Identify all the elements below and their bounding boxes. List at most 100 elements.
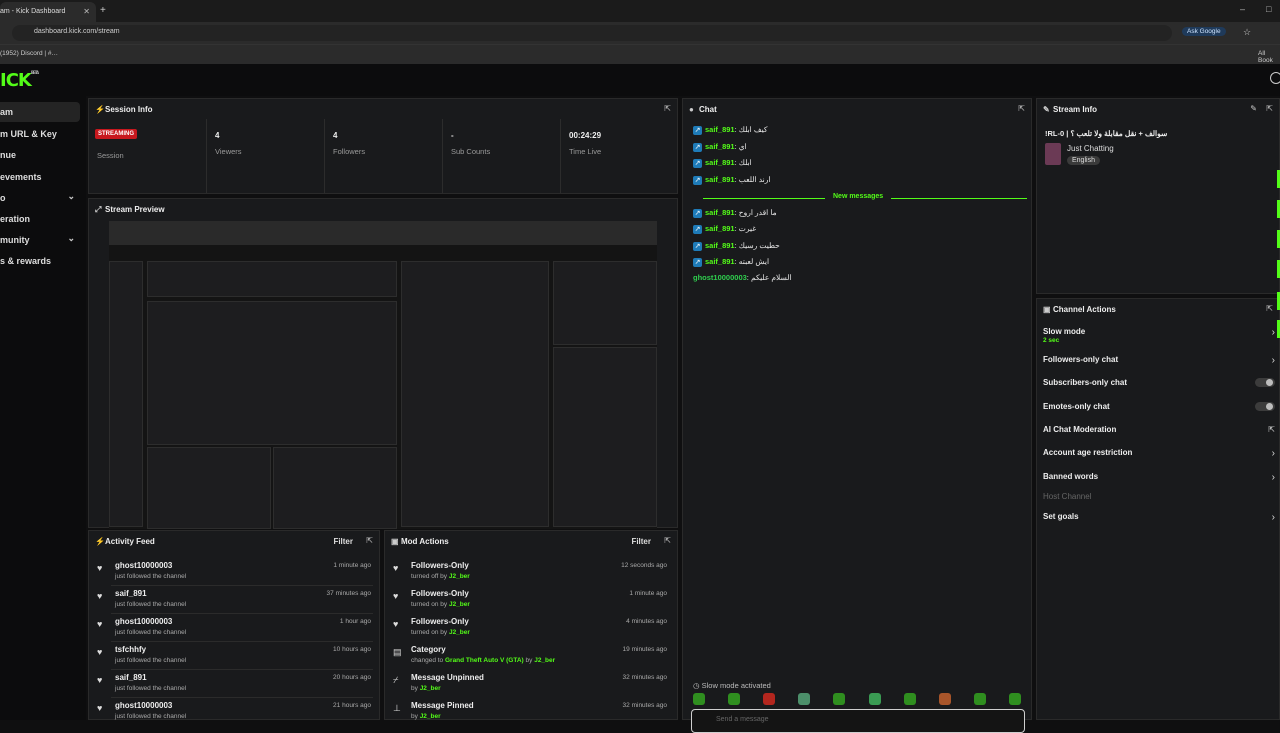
moderator-name[interactable]: J2_ber	[449, 629, 470, 636]
sidebar-item-moderation[interactable]: eration	[0, 209, 80, 229]
emote-icon[interactable]	[904, 693, 916, 705]
stat-label: Followers	[333, 147, 366, 156]
divider	[111, 669, 373, 670]
stream-video[interactable]	[109, 221, 657, 529]
edit-icon[interactable]: ✎	[1250, 104, 1257, 113]
item-time: 21 hours ago	[333, 702, 371, 709]
item-sub: turned on by J2_ber	[411, 601, 470, 608]
popout-icon[interactable]: ⇱	[1018, 104, 1025, 113]
heart-icon: ♥	[97, 591, 103, 601]
list-item: ▤ Category changed to Grand Theft Auto V (…	[385, 643, 673, 671]
emote-icon[interactable]	[798, 693, 810, 705]
stat-session: STREAMING Session	[89, 119, 207, 193]
chat-username[interactable]: saif_891	[705, 125, 735, 134]
account-age-row[interactable]: Account age restriction ›	[1043, 446, 1275, 468]
moderator-name[interactable]: J2_ber	[534, 657, 555, 664]
sidebar-item-rewards[interactable]: s & rewards	[0, 251, 80, 271]
sidebar-item-community[interactable]: munity ⌄	[0, 230, 80, 250]
kick-logo[interactable]: ICKBETA	[0, 70, 39, 91]
browser-tab[interactable]: am - Kick Dashboard ✕	[0, 2, 96, 22]
sidebar-item-stream-url[interactable]: m URL & Key	[0, 124, 80, 144]
popout-icon[interactable]: ⇱	[1266, 304, 1273, 313]
chat-username[interactable]: saif_891	[705, 208, 735, 217]
language-tag: English	[1067, 156, 1100, 165]
new-messages-label: New messages	[833, 193, 884, 200]
category-thumbnail	[1045, 143, 1061, 165]
chat-username[interactable]: ghost10000003	[693, 273, 747, 282]
bookmark-star-icon[interactable]: ☆	[1243, 27, 1251, 38]
row-label: Slow mode	[1043, 327, 1086, 336]
moderator-name[interactable]: J2_ber	[449, 601, 470, 608]
minimize-icon[interactable]: –	[1240, 4, 1245, 14]
sidebar-item-revenue[interactable]: nue	[0, 145, 80, 165]
chat-username[interactable]: saif_891	[705, 175, 735, 184]
set-goals-row[interactable]: Set goals ›	[1043, 510, 1275, 532]
chat-username[interactable]: saif_891	[705, 142, 735, 151]
sidebar-item-achievements[interactable]: evements	[0, 167, 80, 187]
item-name: Message Pinned	[411, 701, 474, 710]
all-bookmarks[interactable]: All Book	[1258, 50, 1280, 64]
row-label: Followers-only chat	[1043, 355, 1119, 364]
tab-close-icon[interactable]: ✕	[83, 7, 90, 16]
category-name[interactable]: Grand Theft Auto V (GTA)	[445, 657, 524, 664]
emote-icon[interactable]	[1009, 693, 1021, 705]
chat-text: اي	[738, 142, 747, 151]
chat-input[interactable]: Send a message	[691, 709, 1025, 733]
moderator-name[interactable]: J2_ber	[420, 713, 441, 720]
popout-icon[interactable]: ⇱	[664, 536, 671, 545]
emote-icon[interactable]	[974, 693, 986, 705]
stream-title: !RL-0 | سوالف + نقل مقابلة ولا تلعب ؟	[1045, 129, 1168, 138]
emote-icon[interactable]	[728, 693, 740, 705]
emote-icon[interactable]	[869, 693, 881, 705]
ai-moderation-row[interactable]: AI Chat Moderation ⇱	[1043, 423, 1275, 445]
emote-icon[interactable]	[939, 693, 951, 705]
slow-mode-row[interactable]: Slow mode 2 sec ›	[1043, 325, 1275, 347]
restore-icon[interactable]: □	[1266, 4, 1271, 14]
list-item: ♥ tsfchhfy just followed the channel 10 hou…	[89, 643, 377, 671]
ask-google-button[interactable]: Ask Google	[1182, 27, 1226, 36]
chat-message: ↗ saif_891: ايش لعبته	[693, 257, 770, 267]
followers-only-row[interactable]: Followers-only chat ›	[1043, 353, 1275, 375]
panel-header: ⚡Session Info	[89, 99, 677, 119]
emote-icon[interactable]	[833, 693, 845, 705]
stat-label: Sub Counts	[451, 147, 491, 156]
panel-title: Stream Preview	[105, 205, 165, 214]
emote-icon[interactable]	[693, 693, 705, 705]
streaming-badge: STREAMING	[95, 129, 137, 139]
subscribers-only-toggle[interactable]	[1255, 378, 1275, 387]
stat-viewers: 4 Viewers	[207, 119, 325, 193]
url-bar[interactable]: dashboard.kick.com/stream	[12, 25, 1172, 41]
banned-words-row[interactable]: Banned words ›	[1043, 470, 1275, 492]
item-time: 1 minute ago	[333, 562, 371, 569]
chat-username[interactable]: saif_891	[705, 257, 735, 266]
chat-message: ↗ saif_891: ابلك	[693, 158, 752, 168]
emote-icon[interactable]	[763, 693, 775, 705]
badge-icon: ↗	[693, 158, 702, 168]
help-icon[interactable]	[1270, 72, 1280, 84]
popout-icon[interactable]: ⇱	[664, 104, 671, 113]
item-name: saif_891	[115, 589, 147, 598]
sidebar-item-video[interactable]: o ⌄	[0, 188, 80, 208]
emotes-only-toggle[interactable]	[1255, 402, 1275, 411]
popout-icon[interactable]: ⇱	[1266, 104, 1273, 113]
moderator-name[interactable]: J2_ber	[449, 573, 470, 580]
stat-value: 4	[215, 131, 220, 140]
preview-session	[147, 261, 397, 297]
sidebar-item-stream[interactable]: am	[0, 102, 80, 122]
chat-username[interactable]: saif_891	[705, 241, 735, 250]
filter-button[interactable]: Filter	[631, 537, 651, 546]
panel-header: ✎ Stream Info	[1037, 99, 1279, 119]
bookmark-discord[interactable]: (1952) Discord | #…	[0, 50, 58, 57]
popout-icon[interactable]: ⇱	[366, 536, 373, 545]
item-time: 12 seconds ago	[621, 562, 667, 569]
preview-activity	[147, 447, 271, 529]
new-tab-icon[interactable]: +	[100, 5, 106, 16]
filter-button[interactable]: Filter	[333, 537, 353, 546]
chat-username[interactable]: saif_891	[705, 158, 735, 167]
chat-username[interactable]: saif_891	[705, 224, 735, 233]
moderator-name[interactable]: J2_ber	[420, 685, 441, 692]
chat-text: ابلك	[738, 158, 752, 167]
badge-icon: ↗	[693, 175, 702, 185]
heart-icon: ♥	[97, 703, 103, 713]
badge-icon: ↗	[693, 224, 702, 234]
